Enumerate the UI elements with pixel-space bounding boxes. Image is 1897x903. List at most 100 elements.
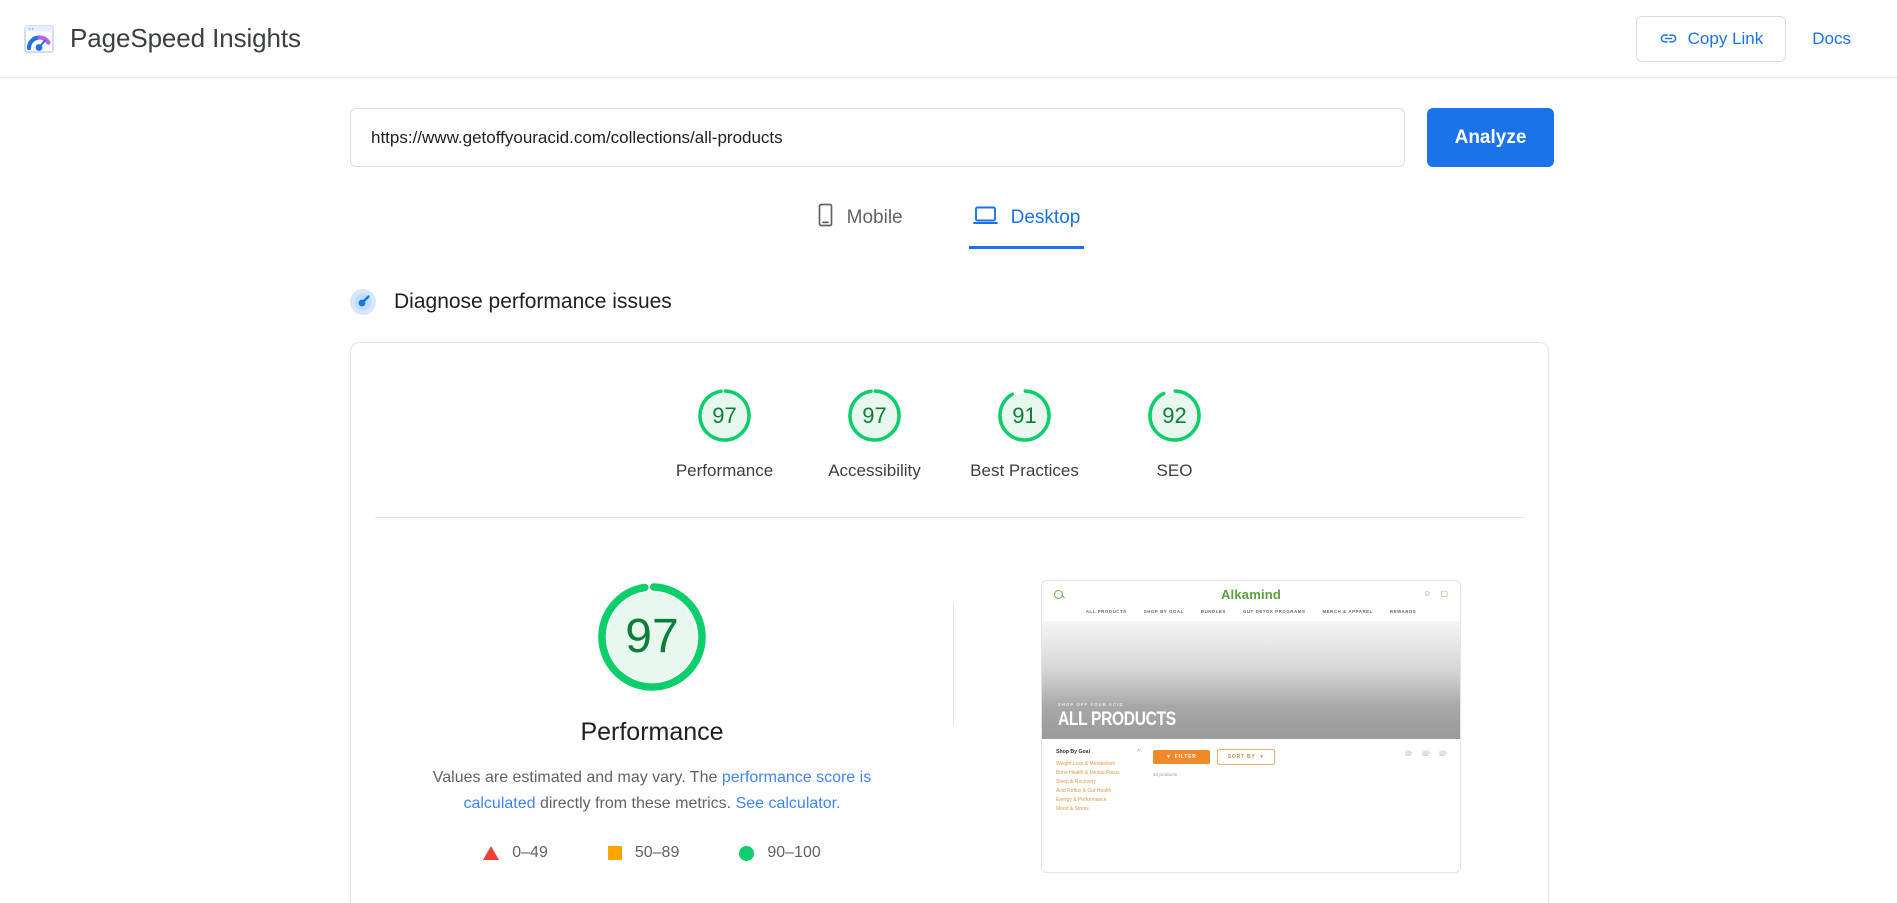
score-gauge-ring: 97 <box>846 387 903 444</box>
docs-link[interactable]: Docs <box>1812 29 1851 49</box>
thumb-grid-view-options: ⬜¹ ⬜² ⬜³ <box>1405 751 1446 757</box>
score-gauge-ring: 91 <box>996 387 1053 444</box>
tab-desktop[interactable]: Desktop <box>968 197 1085 249</box>
triangle-icon <box>483 846 500 860</box>
desc-text-2: directly from these metrics. <box>535 795 736 812</box>
analyze-row: Analyze <box>0 78 1897 167</box>
list-item: Weight Loss & Metabolism <box>1056 761 1116 767</box>
thumb-sort-label: SORT BY <box>1227 754 1256 760</box>
list-item: Sleep & Recovery <box>1056 779 1097 785</box>
thumb-content: Shop By Goal ^ Weight Loss & Metabolism … <box>1042 739 1460 814</box>
see-calculator-link[interactable]: See calculator. <box>736 795 841 812</box>
mobile-icon <box>817 203 834 232</box>
header-actions: Copy Link Docs <box>1635 15 1851 62</box>
score-label: Performance <box>675 461 774 480</box>
thumb-hero-banner: SHOP OFF YOUR ACID ALL PRODUCTS <box>1042 621 1460 739</box>
legend-item-fail: 0–49 <box>483 844 548 862</box>
cart-icon: ▢ <box>1440 589 1448 598</box>
score-performance[interactable]: 97 Performance <box>650 387 800 481</box>
category-scores-row: 97 Performance 97 Accessibility 91 Best … <box>351 343 1548 517</box>
gauge-dot-icon <box>350 289 376 315</box>
score-value: 97 <box>862 402 887 428</box>
thumb-brand-name: Alkamind <box>1220 586 1282 602</box>
legend-range: 50–89 <box>634 844 680 861</box>
square-icon <box>607 846 622 860</box>
score-label: SEO <box>1156 461 1193 480</box>
chevron-down-icon: ▾ <box>1260 754 1264 760</box>
thumb-nav-item: SHOP BY GOAL <box>1143 609 1184 614</box>
list-item: Acid Reflux & Gut Health <box>1056 788 1112 794</box>
thumb-main-area: ▼ FILTER SORT BY ▾ 43 products <box>1153 749 1446 814</box>
score-gauge-ring: 97 <box>696 387 753 444</box>
app-header: PageSpeed Insights Copy Link Docs <box>0 0 1897 78</box>
list-item: Energy & Performance <box>1056 797 1107 803</box>
form-factor-tabs: Mobile Desktop <box>0 197 1897 249</box>
performance-gauge: 97 <box>595 580 709 694</box>
thumb-sidebar: Shop By Goal ^ Weight Loss & Metabolism … <box>1056 749 1140 814</box>
brand: PageSpeed Insights <box>22 22 301 56</box>
score-seo[interactable]: 92 SEO <box>1100 387 1250 481</box>
score-value: 91 <box>1012 402 1037 428</box>
score-label: Accessibility <box>828 461 921 480</box>
performance-score-value: 97 <box>625 610 679 663</box>
thumb-nav: ALL PRODUCTS SHOP BY GOAL BUNDLES GUT DE… <box>1042 607 1460 621</box>
tab-mobile[interactable]: Mobile <box>813 197 907 249</box>
legend-range: 90–100 <box>767 844 821 861</box>
tab-desktop-label: Desktop <box>1010 206 1081 228</box>
filter-icon: ▼ <box>1166 754 1172 760</box>
thumb-sidebar-list: Weight Loss & Metabolism Bone Health & M… <box>1056 760 1140 814</box>
thumb-topbar: Alkamind ☺ ▢ <box>1042 581 1460 607</box>
grid-view-3-icon: ⬜³ <box>1439 751 1446 757</box>
link-icon <box>1659 29 1678 48</box>
desktop-icon <box>972 204 998 231</box>
copy-link-label: Copy Link <box>1687 28 1764 48</box>
thumb-nav-item: GUT DETOX PROGRAMS <box>1242 609 1306 614</box>
score-gauge-ring: 92 <box>1146 387 1203 444</box>
pagespeed-logo-icon <box>22 22 56 56</box>
account-icon: ☺ <box>1423 589 1432 598</box>
thumb-hero-title: ALL PRODUCTS <box>1058 709 1176 730</box>
list-item: Bone Health & Mental Focus <box>1056 770 1120 776</box>
page-title: PageSpeed Insights <box>70 23 301 53</box>
performance-description: Values are estimated and may vary. The p… <box>402 765 902 817</box>
desc-text-1: Values are estimated and may vary. The <box>432 769 722 786</box>
thumb-product-count: 43 products <box>1153 772 1178 777</box>
performance-body: 97 Performance Values are estimated and … <box>351 518 1548 903</box>
thumb-sidebar-header: Shop By Goal ^ <box>1056 749 1140 755</box>
analyze-button[interactable]: Analyze <box>1427 108 1554 167</box>
score-best-practices[interactable]: 91 Best Practices <box>950 387 1100 481</box>
url-input[interactable] <box>350 108 1405 167</box>
performance-score-label: Performance <box>580 718 724 746</box>
thumb-nav-item: BUNDLES <box>1200 609 1226 614</box>
legend-item-pass: 90–100 <box>739 844 821 862</box>
thumb-header-icons: ☺ ▢ <box>1423 590 1448 598</box>
circle-icon <box>739 845 755 861</box>
thumb-sidebar-title: Shop By Goal <box>1056 749 1091 755</box>
score-value: 97 <box>712 402 737 428</box>
thumb-filter-label: FILTER <box>1174 754 1197 760</box>
thumb-filter-button: ▼ FILTER <box>1153 750 1210 764</box>
thumb-nav-item: MERCH & APPAREL <box>1322 609 1373 614</box>
copy-link-button[interactable]: Copy Link <box>1635 15 1787 62</box>
thumb-sort-dropdown: SORT BY ▾ <box>1216 749 1275 765</box>
chevron-up-icon: ^ <box>1137 749 1140 755</box>
score-accessibility[interactable]: 97 Accessibility <box>800 387 950 481</box>
tab-mobile-label: Mobile <box>846 206 903 228</box>
thumb-controls: ▼ FILTER SORT BY ▾ <box>1153 749 1446 765</box>
score-legend: 0–49 50–89 90–100 <box>483 844 821 862</box>
score-label: Best Practices <box>970 461 1079 480</box>
thumb-hero-eyebrow: SHOP OFF YOUR ACID <box>1058 702 1124 707</box>
thumb-nav-item: REWARDS <box>1389 609 1417 614</box>
legend-range: 0–49 <box>512 844 548 861</box>
screenshot-panel: Alkamind ☺ ▢ ALL PRODUCTS SHOP BY GOAL B… <box>954 580 1548 873</box>
list-item: Mood & Stress <box>1056 806 1089 812</box>
legend-item-average: 50–89 <box>607 844 680 862</box>
grid-view-2-icon: ⬜² <box>1422 751 1430 757</box>
diagnose-section-header: Diagnose performance issues <box>0 289 1897 315</box>
performance-summary: 97 Performance Values are estimated and … <box>351 580 953 862</box>
grid-view-1-icon: ⬜¹ <box>1405 751 1413 757</box>
page-screenshot-thumbnail: Alkamind ☺ ▢ ALL PRODUCTS SHOP BY GOAL B… <box>1041 580 1461 873</box>
thumb-nav-item: ALL PRODUCTS <box>1085 609 1127 614</box>
diagnose-title: Diagnose performance issues <box>394 290 672 313</box>
score-value: 92 <box>1162 402 1187 428</box>
